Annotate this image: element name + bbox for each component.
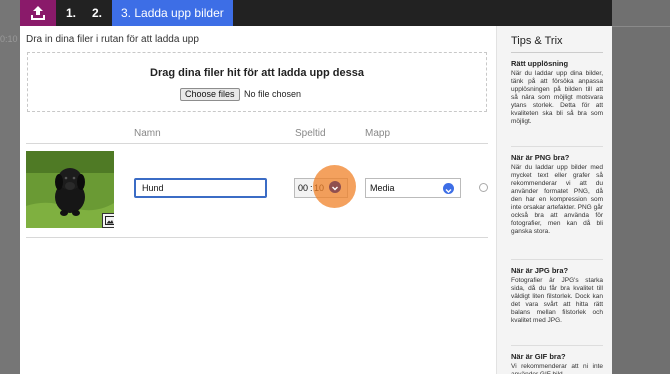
tip-heading: När är GIF bra? [511,352,566,361]
dropzone-text: Drag dina filer hit för att ladda upp de… [150,67,364,79]
tip-png: När är PNG bra? När du laddar upp bilder… [511,153,603,236]
upload-tray-icon [20,0,56,26]
image-icon[interactable] [102,213,114,228]
tip-divider [511,345,603,346]
folder-value: Media [370,183,395,193]
chevron-down-icon[interactable] [329,181,341,193]
background-overlay-right [612,0,670,374]
tip-heading: Rätt upplösning [511,59,569,68]
tips-title: Tips & Trix [511,35,563,47]
time-minutes: 00 [298,183,309,193]
choose-files-button[interactable]: Choose files [180,88,240,101]
tip-body: Fotografier är JPG's starka sida, då du … [511,277,603,324]
background-time-text: 0:10 [0,34,18,44]
folder-select[interactable]: Media [365,178,461,198]
tip-divider [511,259,603,260]
no-file-label: No file chosen [244,89,302,99]
file-dropzone[interactable]: Drag dina filer hit för att ladda upp de… [27,52,487,112]
column-header-folder: Mapp [365,128,391,139]
upload-modal: 1. 2. 3. Ladda upp bilder Dra in dina fi… [20,0,612,374]
tip-resolution: Rätt upplösning När du laddar upp dina b… [511,59,603,126]
tips-panel: Tips & Trix Rätt upplösning När du ladda… [497,26,612,374]
upload-panel: Dra in dina filer i rutan för att ladda … [20,26,496,374]
step-1[interactable]: 1. [66,0,76,26]
row-divider-top [26,143,488,144]
chevron-down-icon [443,183,454,194]
drag-handle-icon[interactable] [479,183,488,192]
dog-photo [26,151,114,228]
step-3-active[interactable]: 3. Ladda upp bilder [112,0,233,26]
upload-instruction: Dra in dina filer i rutan för att ladda … [26,34,199,45]
row-divider-bottom [26,237,488,238]
tip-jpg: När är JPG bra? Fotografier är JPG's sta… [511,266,603,325]
tip-body: När du laddar upp bilder med mycket text… [511,164,603,235]
step-2[interactable]: 2. [92,0,102,26]
background-overlay-left [0,0,20,374]
wizard-steps-bar: 1. 2. 3. Ladda upp bilder [20,0,612,26]
tip-divider [511,146,603,147]
tips-title-divider [511,52,603,53]
tip-body: Vi rekommenderar att ni inte använder GI… [511,363,603,374]
image-thumbnail [26,151,114,228]
tip-body: När du laddar upp dina bilder, tänk på a… [511,70,603,125]
tip-heading: När är JPG bra? [511,266,569,275]
name-input[interactable]: Hund [134,178,267,198]
column-header-name: Namn [134,128,161,139]
column-header-time: Speltid [295,128,326,139]
tip-gif: När är GIF bra? Vi rekommenderar att ni … [511,352,603,374]
background-divider [612,26,670,27]
tip-heading: När är PNG bra? [511,153,570,162]
